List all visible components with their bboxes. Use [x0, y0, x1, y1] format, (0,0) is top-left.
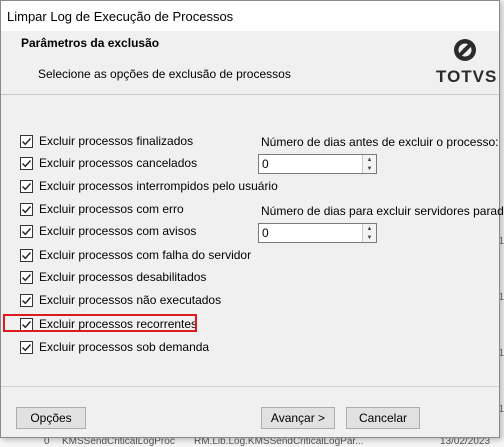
days-stopped-servers-label: Número de dias para excluir servidores p…: [261, 204, 504, 218]
checkbox[interactable]: [20, 270, 33, 284]
clear-log-dialog: Limpar Log de Execução de Processos Parâ…: [0, 0, 504, 438]
option-label: Excluir processos finalizados: [39, 134, 194, 148]
checkbox[interactable]: [20, 317, 33, 331]
background-cell: 0: [44, 438, 50, 447]
checkbox[interactable]: [20, 202, 33, 216]
checkmark-icon: [22, 137, 32, 145]
option-interrompidos[interactable]: Excluir processos interrompidos pelo usu…: [20, 177, 278, 195]
checkbox[interactable]: [20, 224, 33, 238]
option-com-avisos[interactable]: Excluir processos com avisos: [20, 222, 196, 240]
next-button[interactable]: Avançar >: [261, 407, 335, 429]
background-cell: 13/02/2023: [440, 438, 491, 447]
option-label: Excluir processos com erro: [39, 202, 184, 216]
option-sob-demanda[interactable]: Excluir processos sob demanda: [20, 338, 209, 356]
checkmark-icon: [22, 182, 32, 190]
checkbox[interactable]: [20, 248, 33, 262]
option-label: Excluir processos cancelados: [39, 156, 198, 170]
checkbox[interactable]: [20, 340, 33, 354]
totvs-logo-text: TOTVS: [436, 67, 498, 86]
title-bar[interactable]: Limpar Log de Execução de Processos: [1, 1, 499, 31]
option-falha-servidor[interactable]: Excluir processos com falha do servidor: [20, 246, 251, 264]
checkbox[interactable]: [20, 179, 33, 193]
background-table-row: 0 KMSSendCriticalLogProc RM.Lib.Log.KMSS…: [0, 438, 504, 447]
option-label: Excluir processos desabilitados: [39, 270, 207, 284]
options-button[interactable]: Opções: [16, 407, 86, 429]
option-label: Excluir processos não executados: [39, 293, 222, 307]
spin-down-icon[interactable]: ▼: [363, 233, 376, 242]
option-label: Excluir processos com avisos: [39, 224, 197, 238]
days-before-delete-label: Número de dias antes de excluir o proces…: [261, 135, 499, 149]
checkmark-icon: [22, 273, 32, 281]
checkbox[interactable]: [20, 134, 33, 148]
checkbox[interactable]: [20, 293, 33, 307]
option-com-erro[interactable]: Excluir processos com erro: [20, 200, 184, 218]
option-label: Excluir processos sob demanda: [39, 340, 210, 354]
spin-down-icon[interactable]: ▼: [363, 164, 376, 173]
options-panel: Excluir processos finalizados Excluir pr…: [1, 95, 504, 385]
background-cell: RM.Lib.Log.KMSSendCriticalLogPar...: [194, 438, 364, 447]
header-title: Parâmetros da exclusão: [21, 36, 160, 50]
header-subtitle: Selecione as opções de exclusão de proce…: [38, 67, 291, 81]
stepper-value: 0: [262, 157, 269, 171]
background-cell: KMSSendCriticalLogProc: [62, 438, 175, 447]
checkmark-icon: [22, 205, 32, 213]
option-label: Excluir processos recorrentes: [39, 317, 198, 331]
checkmark-icon: [22, 227, 32, 235]
option-desabilitados[interactable]: Excluir processos desabilitados: [20, 268, 206, 286]
cancel-button[interactable]: Cancelar: [346, 407, 420, 429]
option-cancelados[interactable]: Excluir processos cancelados: [20, 154, 197, 172]
checkmark-icon: [22, 343, 32, 351]
option-label: Excluir processos interrompidos pelo usu…: [39, 179, 278, 193]
checkmark-icon: [22, 296, 32, 304]
checkmark-icon: [22, 320, 32, 328]
stepper-buttons: ▲ ▼: [362, 224, 376, 242]
stepper-buttons: ▲ ▼: [362, 155, 376, 173]
spin-up-icon[interactable]: ▲: [363, 224, 376, 233]
stepper-value: 0: [262, 226, 269, 240]
option-finalizados[interactable]: Excluir processos finalizados: [20, 132, 193, 150]
option-label: Excluir processos com falha do servidor: [39, 248, 252, 262]
checkmark-icon: [22, 159, 32, 167]
window-title: Limpar Log de Execução de Processos: [7, 9, 234, 24]
days-before-delete-stepper[interactable]: 0 ▲ ▼: [258, 154, 377, 174]
checkmark-icon: [22, 251, 32, 259]
footer-divider: [1, 386, 499, 387]
totvs-logo: TOTVS: [436, 38, 498, 88]
wizard-header: Parâmetros da exclusão Selecione as opçõ…: [1, 31, 499, 95]
checkbox[interactable]: [20, 156, 33, 170]
spin-up-icon[interactable]: ▲: [363, 155, 376, 164]
days-stopped-servers-stepper[interactable]: 0 ▲ ▼: [258, 223, 377, 243]
option-recorrentes[interactable]: Excluir processos recorrentes: [20, 315, 197, 333]
option-nao-executados[interactable]: Excluir processos não executados: [20, 291, 221, 309]
totvs-logo-icon: [454, 39, 476, 61]
